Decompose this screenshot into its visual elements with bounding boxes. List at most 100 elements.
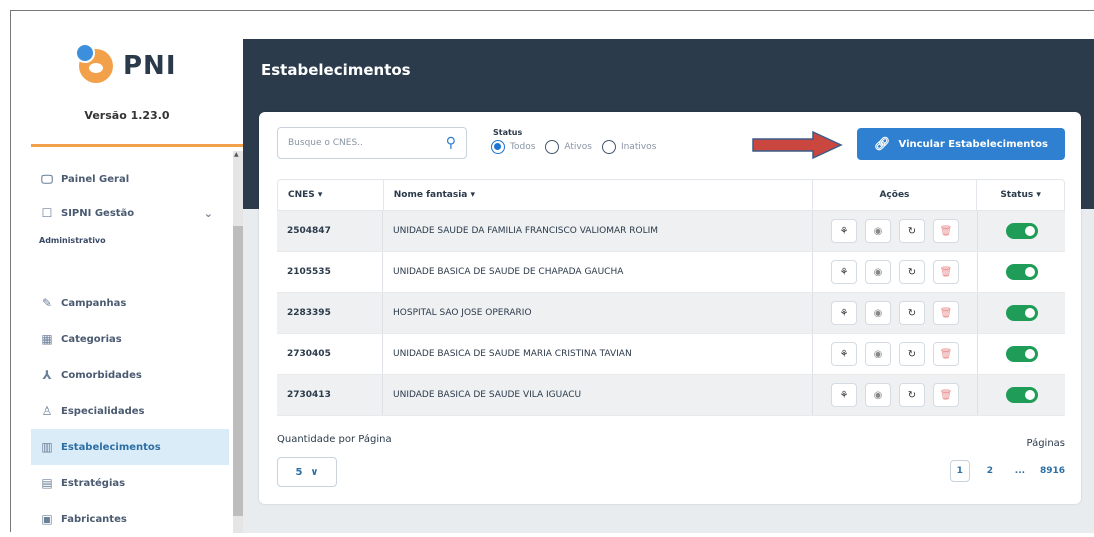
status-cell	[978, 252, 1065, 292]
refresh-icon[interactable]: ↻	[899, 260, 925, 284]
sidebar-item-label: Categorias	[61, 333, 122, 345]
scroll-up-icon[interactable]: ▲	[234, 151, 239, 158]
pages-label: Páginas	[1026, 438, 1065, 449]
status-toggle[interactable]	[1005, 346, 1038, 362]
status-cell	[978, 293, 1065, 333]
sidebar-divider	[31, 144, 243, 147]
red-arrow-annotation	[752, 130, 843, 160]
per-page-value: 5	[295, 466, 303, 478]
radio-inativos[interactable]: Inativos	[601, 140, 656, 154]
status-toggle[interactable]	[1005, 223, 1038, 239]
view-icon[interactable]: ◉	[865, 342, 891, 366]
users-icon[interactable]: ⚘	[831, 260, 857, 284]
table-row: 2283395 HOSPITAL SAO JOSE OPERARIO ⚘ ◉ ↻ 🗑︎	[277, 293, 1065, 334]
sidebar-item-label: Especialidades	[61, 405, 145, 417]
monitor-icon: 🖵	[41, 171, 53, 186]
pni-logo-icon	[75, 43, 113, 83]
table-row: 2504847 UNIDADE SAUDE DA FAMILIA FRANCISC…	[277, 211, 1065, 252]
sidebar-item-categorias[interactable]: ▦ Categorias	[31, 321, 229, 357]
trash-icon[interactable]: 🗑︎	[933, 342, 959, 366]
refresh-icon[interactable]: ↻	[899, 342, 925, 366]
view-icon[interactable]: ◉	[865, 219, 891, 243]
column-header-status[interactable]: Status ▾	[977, 180, 1064, 210]
users-icon[interactable]: ⚘	[831, 301, 857, 325]
sidebar-item-comorbidades[interactable]: ⅄ Comorbidades	[31, 357, 229, 393]
table-row: 2730405 UNIDADE BASICA DE SAUDE MARIA CRI…	[277, 334, 1065, 375]
sidebar: PNI Versão 1.23.0 🖵 Painel Geral ☐ SIPNI…	[11, 11, 243, 533]
actions-cell: ⚘ ◉ ↻ 🗑︎	[813, 375, 978, 415]
page-button[interactable]: 2	[980, 460, 1000, 482]
nome-cell: HOSPITAL SAO JOSE OPERARIO	[383, 293, 813, 333]
refresh-icon[interactable]: ↻	[899, 301, 925, 325]
nodes-icon: ⅄	[42, 368, 52, 382]
status-toggle[interactable]	[1005, 264, 1038, 280]
establishments-table: CNES ▾ Nome fantasia ▾ Ações Status ▾ 25…	[277, 179, 1065, 416]
cnes-cell: 2283395	[277, 293, 383, 333]
trash-icon[interactable]: 🗑︎	[933, 383, 959, 407]
view-icon[interactable]: ◉	[865, 383, 891, 407]
status-filter: Status Todos Ativos Inativos	[491, 128, 666, 154]
status-toggle[interactable]	[1005, 387, 1038, 403]
per-page-label: Quantidade por Página	[277, 434, 392, 445]
sidebar-item-campanhas[interactable]: ✎ Campanhas	[31, 285, 229, 321]
status-cell	[978, 211, 1065, 251]
column-header-nome[interactable]: Nome fantasia ▾	[384, 180, 813, 210]
pagination: 1 2 ... 8916	[940, 460, 1065, 482]
actions-cell: ⚘ ◉ ↻ 🗑︎	[813, 252, 978, 292]
syringe-icon: ✎	[41, 296, 53, 310]
actions-cell: ⚘ ◉ ↻ 🗑︎	[813, 293, 978, 333]
nome-cell: UNIDADE BASICA DE SAUDE VILA IGUACU	[383, 375, 813, 415]
page-button[interactable]: 1	[949, 460, 970, 482]
specialties-icon: ♙	[41, 404, 53, 418]
radio-ativos[interactable]: Ativos	[545, 140, 592, 154]
refresh-icon[interactable]: ↻	[899, 219, 925, 243]
sidebar-item-label: Campanhas	[61, 297, 127, 309]
trash-icon[interactable]: 🗑︎	[933, 260, 959, 284]
page-button[interactable]: 8916	[1040, 460, 1065, 482]
sidebar-item-especialidades[interactable]: ♙ Especialidades	[31, 393, 229, 429]
search-icon[interactable]: ⚲	[446, 135, 456, 151]
app-name: PNI	[123, 51, 177, 81]
cnes-cell: 2730413	[277, 375, 383, 415]
view-icon[interactable]: ◉	[865, 260, 891, 284]
users-icon[interactable]: ⚘	[831, 342, 857, 366]
users-icon[interactable]: ⚘	[831, 383, 857, 407]
search-placeholder: Busque o CNES..	[288, 138, 363, 148]
establishments-card: Busque o CNES.. ⚲ Status Todos Ativos In…	[259, 112, 1081, 504]
strategy-icon: ▤	[41, 476, 53, 490]
sidebar-scrollbar-thumb[interactable]	[233, 226, 243, 516]
sidebar-item-estabelecimentos[interactable]: ▥ Estabelecimentos	[31, 429, 229, 465]
radio-label: Todos	[510, 142, 536, 152]
radio-unselected-icon	[545, 140, 560, 154]
sidebar-item-sipni-gestao[interactable]: ☐ SIPNI Gestão ⌄	[31, 195, 229, 231]
column-header-acoes: Ações	[813, 180, 978, 210]
sidebar-item-estrategias[interactable]: ▤ Estratégias	[31, 465, 229, 501]
categories-icon: ▦	[41, 332, 53, 346]
radio-todos[interactable]: Todos	[491, 140, 535, 154]
column-header-cnes[interactable]: CNES ▾	[278, 180, 384, 210]
link-establishments-label: Vincular Estabelecimentos	[898, 138, 1049, 150]
radio-unselected-icon	[601, 140, 616, 154]
per-page-select[interactable]: 5 ∨	[277, 457, 337, 487]
document-icon: ☐	[41, 206, 53, 220]
search-input[interactable]: Busque o CNES.. ⚲	[277, 127, 467, 159]
table-row: 2105535 UNIDADE BASICA DE SAUDE DE CHAPAD…	[277, 252, 1065, 293]
sidebar-item-painel-geral[interactable]: 🖵 Painel Geral	[31, 161, 229, 197]
app-window: PNI Versão 1.23.0 🖵 Painel Geral ☐ SIPNI…	[10, 10, 1094, 533]
building-icon: ▥	[41, 440, 53, 454]
view-icon[interactable]: ◉	[865, 301, 891, 325]
refresh-icon[interactable]: ↻	[899, 383, 925, 407]
cnes-cell: 2105535	[277, 252, 383, 292]
app-version: Versão 1.23.0	[84, 109, 170, 122]
sidebar-item-label: Estabelecimentos	[61, 441, 161, 453]
link-icon: 🔗︎	[873, 136, 891, 152]
trash-icon[interactable]: 🗑︎	[933, 219, 959, 243]
users-icon[interactable]: ⚘	[831, 219, 857, 243]
nome-cell: UNIDADE BASICA DE SAUDE DE CHAPADA GAUCH…	[383, 252, 813, 292]
status-toggle[interactable]	[1005, 305, 1038, 321]
trash-icon[interactable]: 🗑︎	[933, 301, 959, 325]
main-content: Estabelecimentos Busque o CNES.. ⚲ Statu…	[243, 39, 1094, 533]
link-establishments-button[interactable]: 🔗︎ Vincular Estabelecimentos	[857, 128, 1065, 160]
actions-cell: ⚘ ◉ ↻ 🗑︎	[813, 211, 978, 251]
chevron-down-icon[interactable]: ⌄	[204, 207, 213, 220]
